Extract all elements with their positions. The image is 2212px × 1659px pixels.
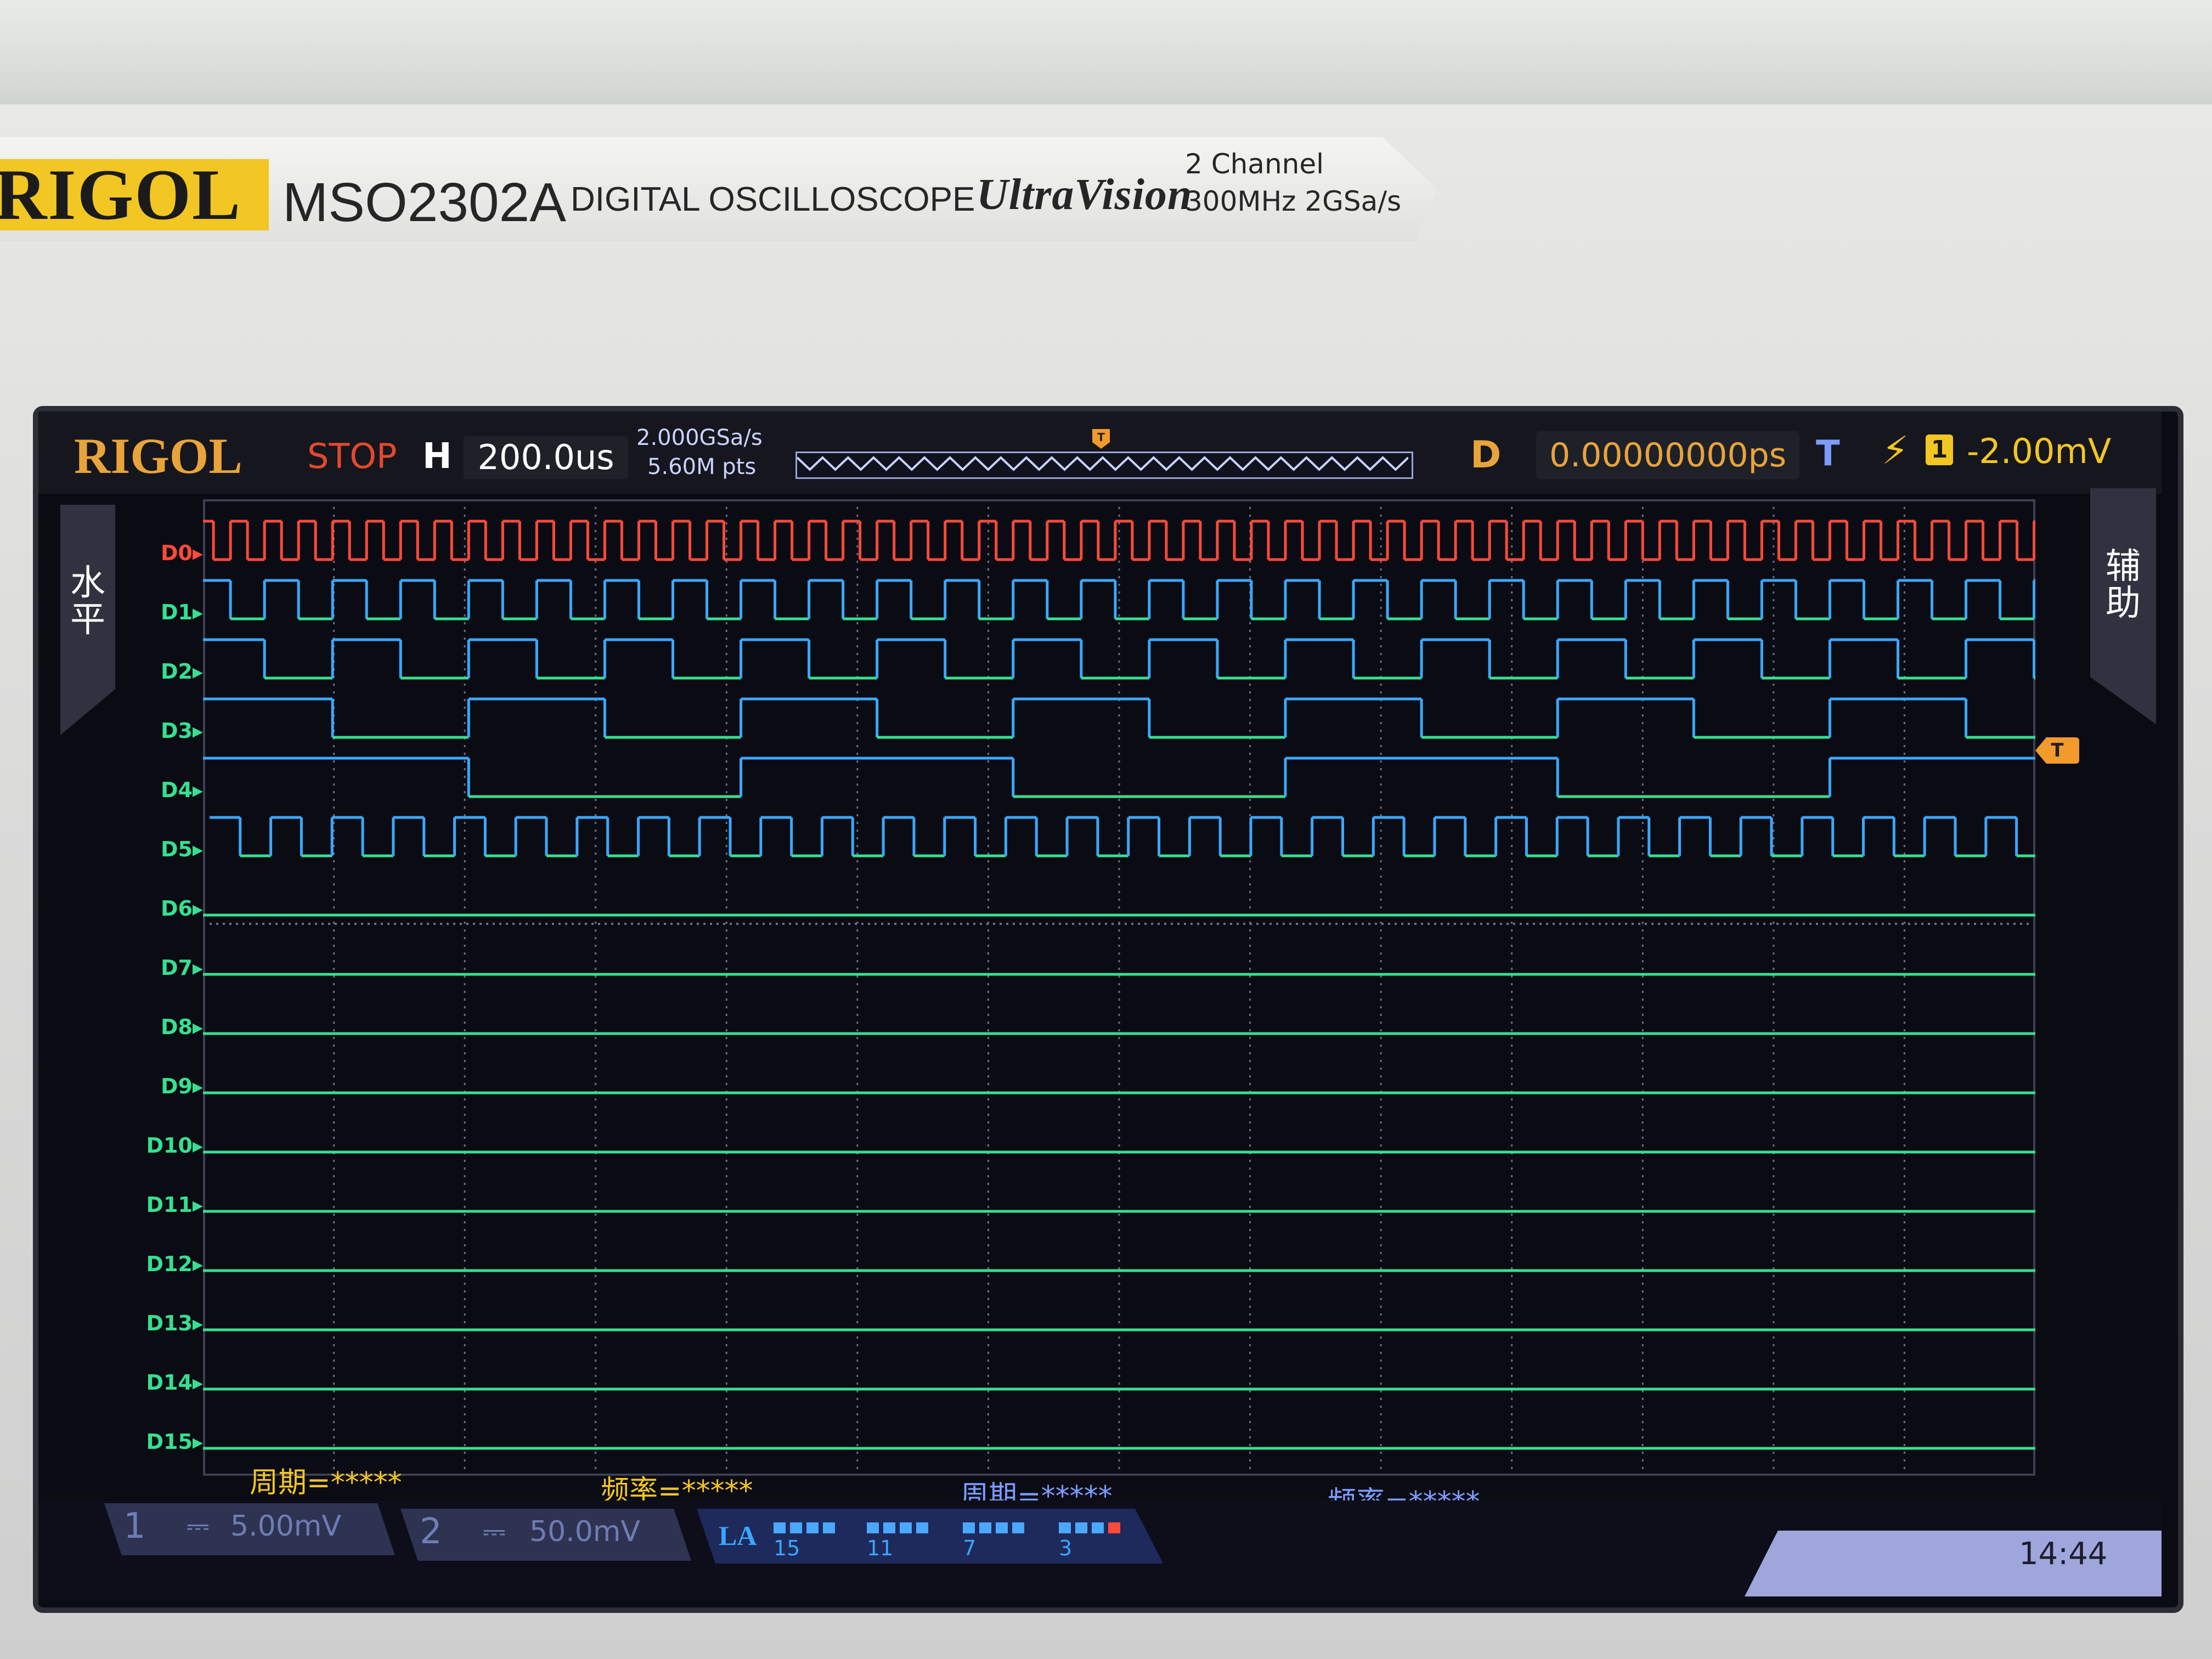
- channel-label-d13[interactable]: D13▸: [132, 1311, 204, 1335]
- logic-group-label: 7: [963, 1536, 977, 1560]
- logic-analyzer-label: LA: [719, 1520, 757, 1551]
- series-logo: UltraVision: [977, 171, 1193, 219]
- logic-channel-dot: [996, 1522, 1008, 1533]
- model-name: MSO2302A: [283, 172, 566, 233]
- logic-channel-dot: [1092, 1522, 1104, 1533]
- channel-label-d2[interactable]: D2▸: [132, 659, 203, 684]
- measurement-period-1: 周期=*****: [250, 1466, 402, 1499]
- waveform-plot: [203, 499, 2035, 1476]
- sample-rate: 2.000GSa/s: [636, 425, 763, 450]
- channel-label-d8[interactable]: D8▸: [132, 1015, 203, 1039]
- trigger-label: T: [1816, 433, 1840, 474]
- rising-edge-icon: ⚡: [1882, 428, 1909, 473]
- channel-1-scale: 5.00mV: [230, 1510, 342, 1543]
- instrument-description: DIGITAL OSCILLOSCOPE: [571, 180, 975, 218]
- logic-channel-dot: [1075, 1522, 1087, 1533]
- trigger-source-badge: 1: [1926, 435, 1953, 465]
- side-menu-horizontal-label: 水平: [70, 563, 105, 641]
- run-status-button[interactable]: STOP: [307, 436, 397, 476]
- logic-channel-dot: [916, 1522, 928, 1533]
- channel-label-d11[interactable]: D11▸: [132, 1193, 204, 1217]
- channel-label-d1[interactable]: D1▸: [132, 600, 203, 624]
- delay-label: D: [1470, 433, 1502, 477]
- channel-label-d14[interactable]: D14▸: [132, 1370, 204, 1395]
- logic-channel-dot: [979, 1522, 991, 1533]
- trigger-level[interactable]: -2.00mV: [1967, 431, 2111, 471]
- logic-channel-dot: [1059, 1522, 1071, 1533]
- dc-coupling-icon: ⎓: [187, 1510, 210, 1543]
- channel-label-d5[interactable]: D5▸: [132, 837, 203, 861]
- logic-channel-dot: [900, 1522, 912, 1533]
- channel-2-scale: 50.0mV: [529, 1515, 641, 1548]
- logic-group-label: 15: [774, 1536, 800, 1560]
- trigger-position-marker-icon[interactable]: T: [1090, 428, 1112, 450]
- logic-group-label: 3: [1059, 1536, 1073, 1560]
- delay-value[interactable]: 0.00000000ps: [1536, 431, 1799, 479]
- logic-channel-dot: [774, 1522, 786, 1533]
- logic-group-label: 11: [867, 1536, 894, 1560]
- side-menu-utility-label: 辅助: [2106, 546, 2141, 624]
- timebase-value[interactable]: 200.0us: [464, 436, 628, 479]
- channel-label-d12[interactable]: D12▸: [132, 1252, 204, 1276]
- logic-channel-dot: [1108, 1522, 1120, 1533]
- channel-label-d7[interactable]: D7▸: [132, 956, 203, 980]
- brand-logo: RIGOL: [0, 159, 269, 231]
- channel-label-d9[interactable]: D9▸: [132, 1074, 203, 1098]
- channel-label-d6[interactable]: D6▸: [132, 896, 203, 921]
- waveform-display[interactable]: [203, 499, 2035, 1476]
- channel-label-d15[interactable]: D15▸: [132, 1430, 204, 1454]
- memory-overview-bar[interactable]: [795, 452, 1413, 479]
- channel-1-number: 1: [123, 1506, 146, 1547]
- logic-channel-dot: [883, 1522, 895, 1533]
- logic-channel-dot: [823, 1522, 835, 1533]
- system-clock: 14:44: [2019, 1536, 2108, 1572]
- logic-channel-dot: [963, 1522, 975, 1533]
- overview-waveform-icon: [796, 456, 1409, 471]
- svg-text:T: T: [1097, 431, 1105, 444]
- dc-coupling-icon: ⎓: [483, 1515, 506, 1548]
- spec-channels: 2 Channel: [1185, 148, 1324, 180]
- logic-channel-dot: [867, 1522, 879, 1533]
- logic-channel-dot: [790, 1522, 802, 1533]
- screen-logo: RIGOL: [74, 428, 242, 484]
- spec-bandwidth: 300MHz 2GSa/s: [1185, 185, 1402, 217]
- channel-2-number: 2: [420, 1511, 442, 1552]
- channel-label-d10[interactable]: D10▸: [132, 1133, 204, 1158]
- channel-label-d0[interactable]: D0▸: [132, 541, 203, 565]
- logic-channel-dot: [806, 1522, 819, 1533]
- horizontal-label: H: [422, 436, 452, 477]
- channel-label-d4[interactable]: D4▸: [132, 778, 203, 802]
- logic-analyzer-box[interactable]: [697, 1509, 1163, 1564]
- memory-depth: 5.60M pts: [647, 454, 757, 479]
- channel-label-d3[interactable]: D3▸: [132, 719, 203, 743]
- logic-channel-dot: [1012, 1522, 1024, 1533]
